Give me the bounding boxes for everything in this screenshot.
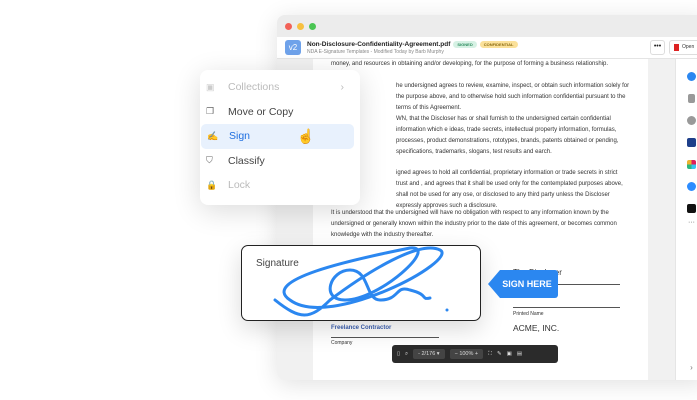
menu-item-label: Move or Copy [228,105,294,118]
annotate-icon[interactable]: ✎ [497,351,502,357]
sign-here-button[interactable]: SIGN HERE [488,270,558,298]
name-line [513,307,620,308]
more-apps-icon[interactable]: ··· [676,219,697,226]
signed-badge: SIGNED [453,40,477,48]
maximize-button[interactable] [309,22,316,30]
collections-icon: ▣ [206,81,215,92]
doc-paragraph: money, and resources in obtaining and/or… [331,61,609,67]
doc-paragraph: he undersigned agrees to review, examine… [396,83,630,111]
activity-icon[interactable] [687,116,696,125]
signature-icon: ✍ [207,130,219,141]
copy-icon: ❐ [206,106,215,117]
file-info-icon[interactable] [688,94,695,103]
zoom-control[interactable]: − 100% + [449,349,484,359]
file-name: Non-Disclosure-Confidentiality-Agreement… [307,40,451,48]
menu-item-classify[interactable]: ⛉ Classify [200,149,354,174]
version-badge: v2 [285,40,301,55]
signature-box[interactable]: Signature [241,245,481,321]
menu-item-lock[interactable]: 🔒 Lock [200,173,354,198]
context-menu: ▣ Collections › ❐ Move or Copy ✍ Sign ☝ ⛉ Clas… [200,70,360,205]
menu-item-move-or-copy[interactable]: ❐ Move or Copy [200,100,354,125]
menu-item-label: Collections [228,81,280,94]
fullscreen-icon[interactable]: ⛶ [488,351,492,358]
zoom-icon[interactable] [687,182,696,191]
doc-paragraph: igned agrees to hold all confidential, p… [396,170,623,209]
zoom-level: 100% [459,351,474,357]
menu-item-label: Sign [229,130,251,143]
page-selector[interactable]: - 2/176 ▾ [413,349,445,359]
adobe-icon[interactable] [687,204,696,213]
file-header: v2 Non-Disclosure-Confidentiality-Agreem… [277,37,697,59]
menu-item-sign[interactable]: ✍ Sign ☝ [201,124,354,149]
present-icon[interactable]: ▤ [517,351,522,357]
integrations-sidebar: ··· › [675,59,697,380]
menu-item-label: Classify [228,154,265,167]
signature-line [558,284,620,285]
comments-icon[interactable] [687,72,696,81]
open-button[interactable]: Open [669,40,697,55]
confidential-badge: CONFIDENTIAL [479,40,518,48]
slack-icon[interactable] [687,160,696,169]
minimize-button[interactable] [297,22,304,30]
box-sign-icon[interactable] [687,138,696,147]
lock-icon: 🔒 [206,179,218,190]
comment-icon[interactable]: ▣ [507,351,512,357]
expand-chevron-icon[interactable]: › [676,363,697,372]
contractor-name: Freelance Contractor [331,325,392,331]
close-button[interactable] [285,22,292,30]
menu-item-collections[interactable]: ▣ Collections › [200,75,354,100]
shield-icon: ⛉ [206,155,213,166]
doc-paragraph: It is understood that the undersigned wi… [331,210,617,238]
more-options-button[interactable]: ••• [650,40,665,55]
sidebar-toggle-icon[interactable]: ▯ [397,351,400,357]
signature-label: Signature [256,258,299,269]
hand-cursor-icon: ☝ [297,128,315,144]
page-number: 2/176 [421,351,436,357]
menu-item-label: Lock [228,179,251,192]
company-name: ACME, INC. [513,323,560,333]
printed-name-label: Printed Name [513,311,544,317]
document-page: money, and resources in obtaining and/or… [313,59,648,380]
pdf-toolbar: ▯ ⌕ - 2/176 ▾ − 100% + ⛶ ✎ ▣ ▤ [392,345,558,363]
file-subtitle[interactable]: NDA E-Signature Templates - Modified Tod… [307,49,518,55]
search-icon[interactable]: ⌕ [405,351,408,358]
company-label: Company [331,340,353,346]
chevron-right-icon: › [340,81,345,94]
title-bar [277,15,697,37]
doc-paragraph: WN, that the Discloser has or shall furn… [396,116,619,155]
